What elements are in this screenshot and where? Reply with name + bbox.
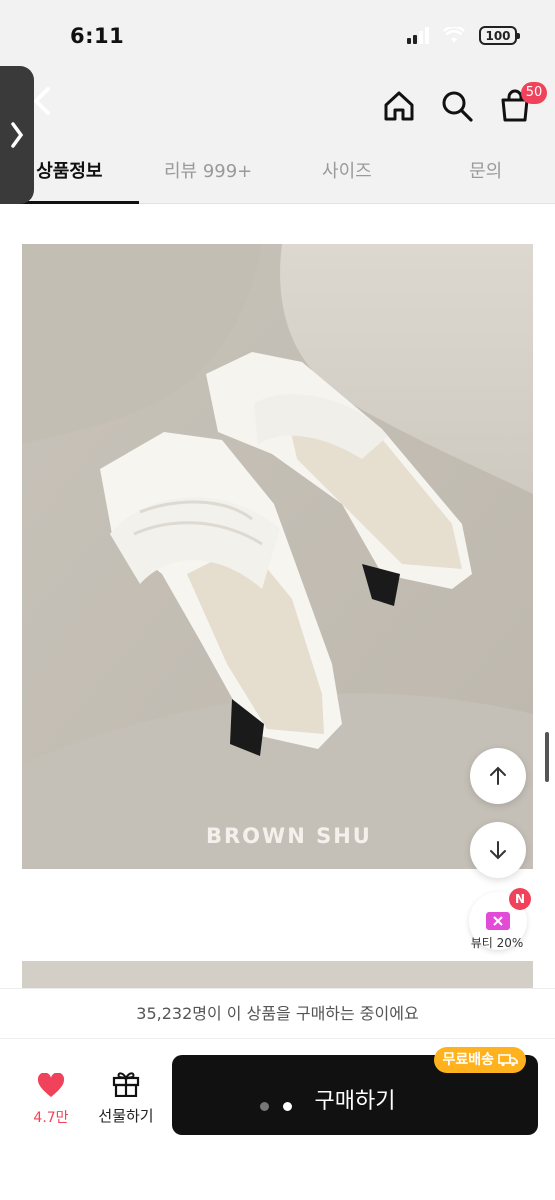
product-image: BROWN SHU — [22, 244, 533, 869]
gift-label: 선물하기 — [98, 1107, 154, 1125]
bottom-action-bar: 4.7만 선물하기 구매하기 무료배송 — [0, 1038, 555, 1200]
buy-label: 구매하기 — [314, 1089, 396, 1114]
gift-button[interactable]: 선물하기 — [94, 1069, 158, 1126]
brand-watermark: BROWN SHU — [206, 824, 372, 848]
cart-count-badge: 50 — [521, 82, 547, 104]
status-bar: 6:11 100 — [0, 0, 555, 78]
beauty-promo-button[interactable]: N 뷰티 20% — [463, 888, 531, 968]
product-detail-content: BROWN SHU — [0, 204, 555, 988]
status-time: 6:11 — [70, 24, 125, 48]
chevron-right-icon — [11, 122, 24, 148]
product-tabs: 상품정보 리뷰 999+ 사이즈 문의 — [0, 150, 555, 204]
top-header: 50 — [0, 78, 555, 150]
promo-new-badge: N — [509, 888, 531, 910]
search-icon — [442, 91, 473, 122]
signal-icon — [407, 27, 429, 44]
arrow-up-icon — [490, 766, 506, 785]
arrow-down-icon — [490, 841, 506, 860]
gift-icon — [112, 1072, 140, 1098]
tab-size[interactable]: 사이즈 — [278, 150, 417, 203]
heart-icon — [37, 1072, 65, 1097]
home-button[interactable] — [381, 88, 417, 124]
battery-icon: 100 — [479, 26, 520, 45]
scrollbar-thumb[interactable] — [545, 732, 549, 782]
header-actions: 50 — [381, 82, 547, 124]
coupon-icon — [486, 912, 510, 930]
product-image-next — [22, 961, 533, 988]
cart-button[interactable]: 50 — [497, 82, 547, 124]
free-shipping-label: 무료배송 — [442, 1052, 494, 1068]
tab-inquiry[interactable]: 문의 — [416, 150, 555, 203]
free-shipping-badge: 무료배송 — [434, 1047, 526, 1073]
scroll-up-button[interactable] — [470, 748, 526, 804]
search-button[interactable] — [439, 88, 475, 124]
scroll-down-button[interactable] — [470, 822, 526, 878]
wifi-icon — [443, 27, 465, 43]
side-panel-handle[interactable] — [0, 66, 34, 204]
home-icon — [384, 91, 414, 121]
like-count: 4.7만 — [33, 1110, 69, 1126]
status-icons: 100 — [407, 26, 520, 45]
like-button[interactable]: 4.7만 — [28, 1072, 74, 1127]
promo-label: 뷰티 20% — [470, 936, 524, 950]
buying-notice: 35,232명이 이 상품을 구매하는 중이에요 — [0, 988, 555, 1038]
truck-icon — [498, 1054, 518, 1067]
tab-reviews[interactable]: 리뷰 999+ — [139, 150, 278, 203]
buy-button[interactable]: 구매하기 무료배송 — [172, 1047, 538, 1135]
sandal-photo — [22, 244, 533, 869]
